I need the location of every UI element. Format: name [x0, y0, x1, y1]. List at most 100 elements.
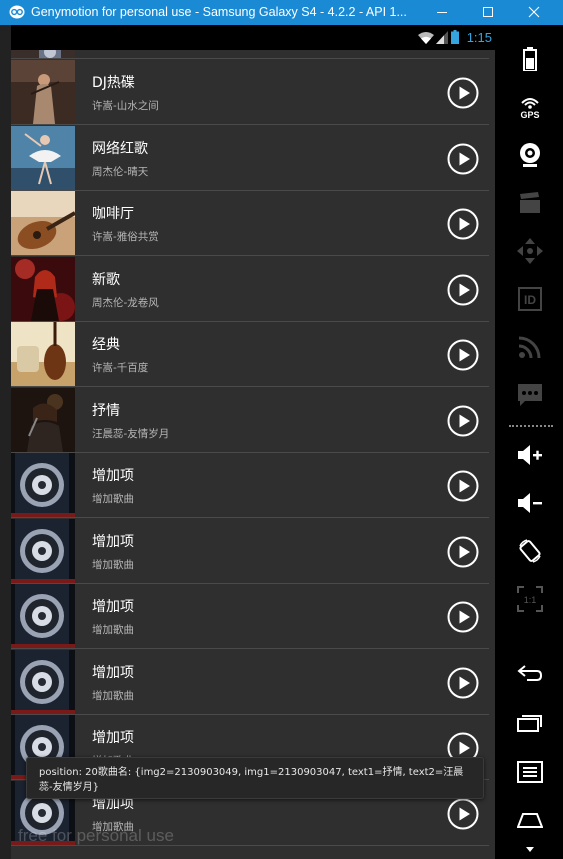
- video-capture-icon[interactable]: [514, 187, 546, 219]
- wifi-icon: [418, 32, 434, 44]
- list-item-thumbnail: [11, 518, 75, 583]
- play-icon: [447, 77, 479, 109]
- play-button[interactable]: [447, 405, 479, 437]
- list-item-title: DJ热碟: [92, 75, 135, 91]
- dpad-icon[interactable]: [514, 235, 546, 267]
- list-item-thumbnail: [11, 387, 75, 452]
- sms-icon[interactable]: [514, 379, 546, 411]
- battery-icon[interactable]: [514, 43, 546, 75]
- id-icon[interactable]: ID: [514, 283, 546, 315]
- gps-icon[interactable]: GPS: [514, 91, 546, 123]
- id-label: ID: [524, 293, 536, 307]
- genymotion-sidebar: GPS ID 1:1: [495, 25, 563, 859]
- list-item-title: 网络红歌: [92, 140, 148, 157]
- list-item-title: 增加项: [92, 468, 134, 484]
- list-item-thumbnail: [11, 191, 75, 255]
- play-button[interactable]: [447, 274, 479, 306]
- play-icon: [447, 143, 479, 174]
- list-item-subtitle: 周杰伦-晴天: [92, 165, 149, 178]
- home-icon[interactable]: [514, 804, 546, 836]
- list-item-thumbnail: [11, 60, 75, 124]
- list-item-subtitle: 周杰伦-龙卷风: [92, 296, 159, 309]
- volume-down-icon[interactable]: [514, 487, 546, 519]
- play-button[interactable]: [447, 208, 479, 240]
- list-item-subtitle: 增加歌曲: [92, 689, 134, 702]
- play-button[interactable]: [447, 339, 479, 371]
- list-item[interactable]: 咖啡厅许嵩-雅俗共赏: [11, 191, 489, 256]
- rss-icon[interactable]: [514, 331, 546, 363]
- play-icon: [447, 536, 479, 567]
- close-button[interactable]: [511, 0, 557, 25]
- webcam-icon[interactable]: [514, 139, 546, 171]
- list-item-subtitle: 许嵩-雅俗共赏: [92, 231, 159, 243]
- recent-apps-icon[interactable]: [514, 706, 546, 738]
- list-item-thumbnail: [11, 256, 75, 321]
- window-title: Genymotion for personal use - Samsung Ga…: [31, 5, 407, 19]
- rotate-icon[interactable]: [514, 535, 546, 567]
- window-left-frame: [0, 25, 11, 859]
- list-item[interactable]: 经典许嵩-千百度: [11, 322, 489, 387]
- list-item[interactable]: 增加项增加歌曲: [11, 584, 489, 649]
- play-icon: [447, 208, 479, 240]
- back-icon[interactable]: [514, 657, 546, 689]
- play-icon: [447, 667, 479, 698]
- list-item-thumbnail: [11, 584, 75, 648]
- close-icon: [528, 6, 540, 18]
- list-item-title: 增加项: [92, 664, 134, 681]
- list-item-subtitle: 增加歌曲: [92, 624, 134, 636]
- gps-label: GPS: [520, 110, 539, 119]
- list-item-thumbnail: [11, 649, 75, 714]
- list-item-subtitle: 许嵩-千百度: [92, 362, 149, 374]
- list-item[interactable]: 新歌周杰伦-龙卷风: [11, 256, 489, 322]
- play-button[interactable]: [447, 470, 479, 502]
- list-item-thumbnail: [11, 50, 75, 58]
- play-button[interactable]: [447, 143, 479, 175]
- minimize-button[interactable]: [419, 0, 465, 25]
- list-item-thumbnail: [11, 453, 75, 517]
- genymotion-logo-icon: [9, 5, 25, 19]
- maximize-button[interactable]: [465, 0, 511, 25]
- list-item-title: 抒情: [92, 402, 120, 419]
- list-item-subtitle: 汪晨蕊-友情岁月: [92, 427, 170, 440]
- list-item[interactable]: 抒情汪晨蕊-友情岁月: [11, 387, 489, 453]
- play-button[interactable]: [447, 798, 479, 830]
- minimize-icon: [437, 12, 447, 13]
- play-button[interactable]: [447, 536, 479, 568]
- android-status-bar: 1:15: [11, 25, 495, 50]
- play-icon: [447, 470, 479, 502]
- list-item[interactable]: DJ热碟许嵩-山水之间: [11, 60, 489, 125]
- list-item-thumbnail: [11, 322, 75, 386]
- play-icon: [447, 405, 479, 436]
- list-item-title: 增加项: [92, 533, 134, 550]
- list-item-title: 咖啡厅: [92, 206, 134, 222]
- list-item-title: 经典: [92, 337, 120, 353]
- sidebar-divider: [509, 425, 553, 427]
- menu-icon[interactable]: [514, 756, 546, 788]
- list-item-subtitle: 增加歌曲: [92, 558, 134, 571]
- list-item[interactable]: 增加项增加歌曲: [11, 518, 489, 584]
- list-item[interactable]: [11, 50, 489, 59]
- play-button[interactable]: [447, 601, 479, 633]
- status-clock: 1:15: [466, 30, 492, 45]
- scroll-down-indicator: [526, 847, 534, 852]
- volume-up-icon[interactable]: [514, 439, 546, 471]
- signal-icon: [436, 31, 448, 44]
- song-category-list[interactable]: DJ热碟许嵩-山水之间网络红歌周杰伦-晴天 咖啡厅许嵩-雅俗共赏新歌周杰伦-龙卷风…: [11, 50, 495, 859]
- scale-label: 1:1: [524, 595, 537, 605]
- scale-icon[interactable]: 1:1: [514, 583, 546, 615]
- list-item[interactable]: 网络红歌周杰伦-晴天: [11, 125, 489, 191]
- play-button[interactable]: [447, 77, 479, 109]
- list-item-title: 增加项: [92, 730, 134, 746]
- list-item-subtitle: 增加歌曲: [92, 493, 134, 505]
- list-item-title: 新歌: [92, 271, 120, 288]
- window-titlebar[interactable]: Genymotion for personal use - Samsung Ga…: [0, 0, 563, 25]
- play-icon: [447, 274, 479, 305]
- list-item[interactable]: 增加项增加歌曲: [11, 649, 489, 715]
- play-icon: [447, 339, 479, 371]
- list-item-title: 增加项: [92, 599, 134, 615]
- list-item-subtitle: 许嵩-山水之间: [92, 100, 159, 112]
- play-button[interactable]: [447, 667, 479, 699]
- list-item[interactable]: 增加项增加歌曲: [11, 453, 489, 518]
- list-item-thumbnail: [11, 125, 75, 190]
- play-icon: [447, 798, 479, 829]
